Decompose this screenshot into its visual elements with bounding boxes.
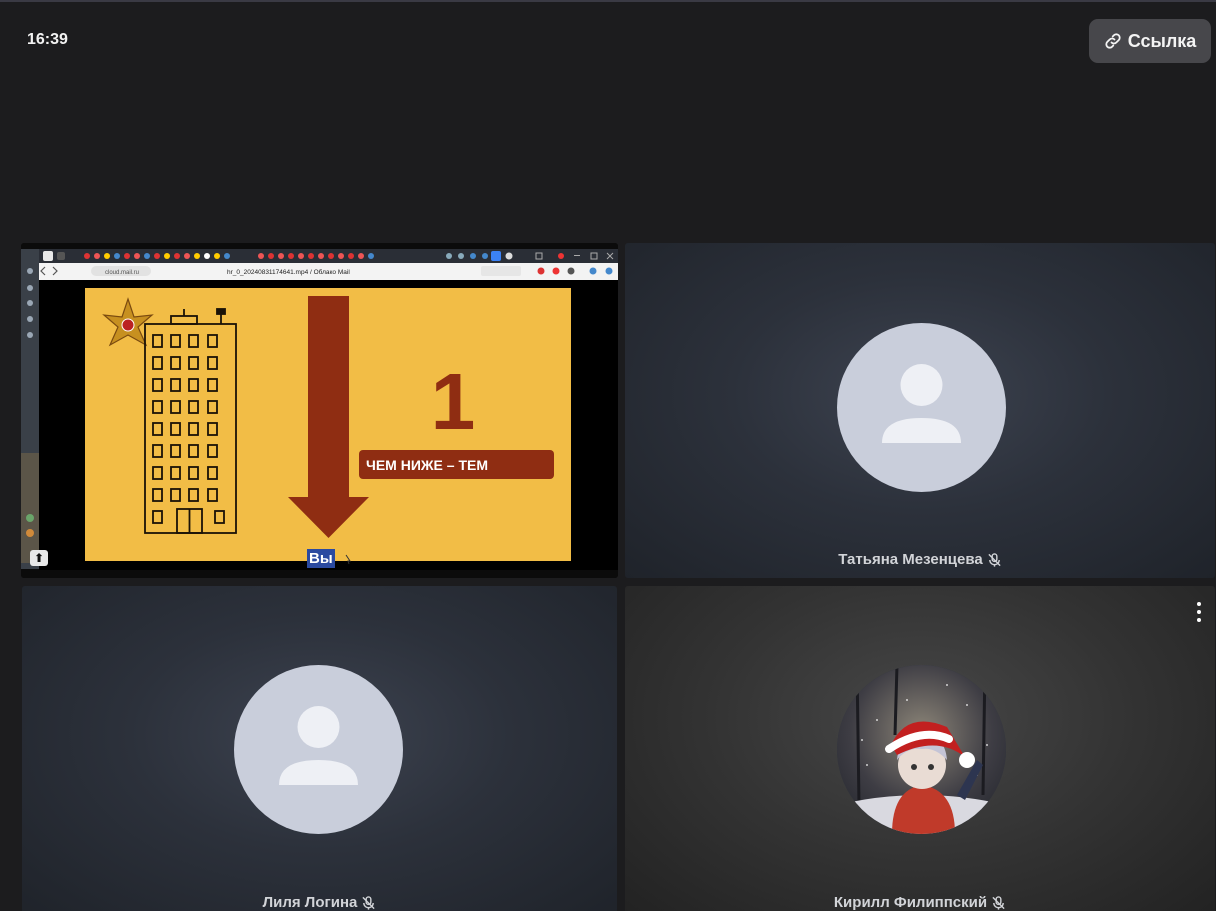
clock: 16:39 [27,31,68,48]
share-url: cloud.mail.ru [105,270,139,276]
participant-tile[interactable]: Кирилл Филиппский [625,586,1215,911]
mic-off-icon [992,895,1005,910]
participant-name-self: Вы [307,549,335,568]
mic-off-icon [988,552,1001,567]
slide-number: 1 [431,357,476,446]
participant-name: Татьяна Мезенцева [625,551,1215,568]
more-options-icon[interactable] [1195,602,1203,622]
default-user-icon [837,323,1006,492]
slide-banner-text: ЧЕМ НИЖЕ – ТЕМ [366,457,488,473]
share-screen-icon[interactable]: ⬆ [30,550,48,566]
participant-name: Лиля Логина [22,894,617,911]
default-user-icon [234,665,403,834]
link-button-label: Ссылка [1127,30,1197,51]
photo-avatar [837,665,1006,834]
participant-tile-self[interactable]: cloud.mail.ru hr_0_20240831174641.mp4 / … [21,243,618,578]
share-tab-title: hr_0_20240831174641.mp4 / Облако Mail [227,268,350,276]
top-border [0,0,1216,2]
mic-off-icon [362,895,375,910]
participant-tile[interactable]: Лиля Логина [22,586,617,911]
link-button[interactable]: Ссылка [1089,19,1211,63]
participant-tile[interactable]: Татьяна Мезенцева [625,243,1215,578]
screen-share-video: cloud.mail.ru hr_0_20240831174641.mp4 / … [21,243,618,578]
link-icon [1105,33,1121,49]
participant-name: Кирилл Филиппский [625,894,1215,911]
